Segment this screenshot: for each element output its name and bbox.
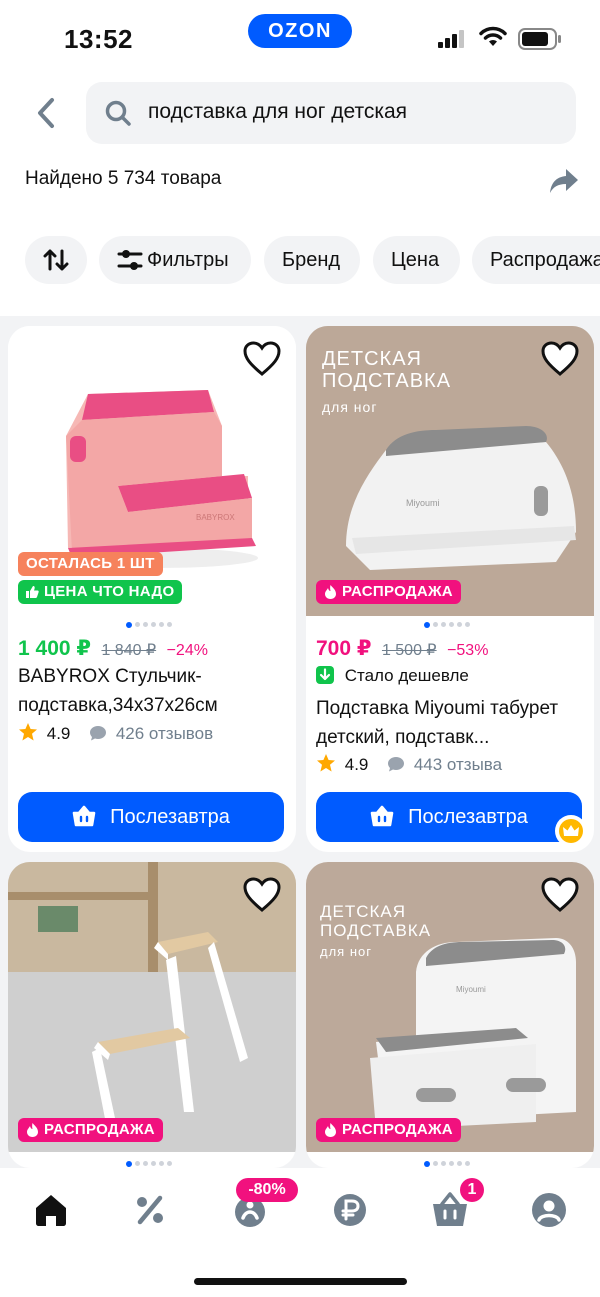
cart-icon	[370, 805, 394, 827]
wifi-icon	[479, 26, 507, 46]
caption-line: для ног	[320, 944, 372, 959]
search-value: подставка для ног детская	[148, 100, 408, 123]
reviews-count: 426 отзывов	[115, 724, 214, 743]
stock-badge: ОСТАЛАСЬ 1 ШТ	[18, 552, 163, 576]
premium-crown-icon	[555, 815, 587, 847]
image-caption: ДЕТСКАЯ ПОДСТАВКА для ног	[320, 902, 431, 961]
svg-text:Miyoumi: Miyoumi	[406, 498, 440, 508]
share-arrow-icon[interactable]	[548, 166, 580, 196]
rating-value: 4.9	[46, 724, 71, 743]
status-bar: 13:52 OZON	[0, 0, 600, 72]
battery-icon	[518, 28, 561, 50]
brand-chip[interactable]: Бренд	[264, 236, 360, 284]
discount: −53%	[447, 642, 489, 659]
sale-label: РАСПРОДАЖА	[44, 1121, 155, 1138]
current-price: 1 400 ₽	[18, 637, 91, 660]
filter-chips: Фильтры Бренд Цена Распродажа	[0, 220, 600, 316]
reviews-count: 443 отзыва	[413, 755, 503, 774]
bottom-nav: -80% 1	[0, 1168, 600, 1297]
price-row: 700 ₽ 1 500 ₽ −53%	[316, 636, 488, 661]
search-icon	[105, 100, 131, 126]
signal-icon	[438, 30, 464, 48]
good-price-badge: ЦЕНА ЧТО НАДО	[18, 580, 183, 604]
image-caption: ДЕТСКАЯ ПОДСТАВКА для ног	[322, 348, 451, 418]
profile-icon[interactable]	[529, 1190, 569, 1230]
fire-icon	[325, 585, 336, 599]
svg-text:Miyoumi: Miyoumi	[456, 985, 486, 994]
price-row: 1 400 ₽ 1 840 ₽ −24%	[18, 636, 208, 661]
fire-icon	[27, 1123, 38, 1137]
comment-icon	[388, 757, 405, 772]
image-pager-dots	[424, 1155, 473, 1167]
product-card[interactable]: Miyoumi ДЕТСКАЯ ПОДСТАВКА для ног РАСПРО…	[306, 326, 594, 852]
sort-button[interactable]	[25, 236, 87, 284]
delivery-label: Послезавтра	[110, 806, 230, 828]
home-icon[interactable]	[31, 1190, 71, 1230]
fresh-badge: -80%	[236, 1178, 298, 1202]
ozon-logo: OZON	[248, 14, 352, 48]
favorite-heart-icon[interactable]	[242, 876, 282, 914]
cheaper-text: Стало дешевле	[344, 666, 469, 685]
rating-row: 4.9 426 отзывов	[18, 722, 213, 744]
filters-label: Фильтры	[147, 249, 229, 271]
caption-line: для ног	[322, 399, 378, 415]
product-card[interactable]: РАСПРОДАЖА	[8, 862, 296, 1168]
old-price: 1 500 ₽	[381, 642, 437, 659]
product-card[interactable]: Miyoumi ДЕТСКАЯ ПОДСТАВКА для ног РАСПРО…	[306, 862, 594, 1168]
sale-chip[interactable]: Распродажа	[472, 236, 600, 284]
cart-badge: 1	[460, 1178, 484, 1202]
discount: −24%	[166, 642, 208, 659]
status-time: 13:52	[64, 24, 133, 54]
favorite-heart-icon[interactable]	[540, 876, 580, 914]
image-pager-dots	[424, 616, 473, 628]
percent-icon[interactable]	[130, 1190, 170, 1230]
rating-value: 4.9	[344, 755, 369, 774]
image-pager-dots	[126, 616, 175, 628]
old-price: 1 840 ₽	[101, 642, 157, 659]
down-arrow-icon	[316, 666, 334, 684]
ruble-icon[interactable]	[330, 1190, 370, 1230]
delivery-button[interactable]: Послезавтра	[18, 792, 284, 842]
caption-line: ДЕТСКАЯ	[320, 902, 407, 921]
image-pager-dots	[126, 1155, 175, 1167]
home-indicator	[194, 1278, 407, 1285]
cheaper-label: Стало дешевле	[316, 666, 469, 686]
product-title[interactable]: Подставка Miyoumi табурет детский, подст…	[316, 694, 582, 752]
good-price-label: ЦЕНА ЧТО НАДО	[44, 583, 175, 600]
thumbs-up-icon	[26, 586, 39, 598]
comment-icon	[90, 726, 107, 741]
sort-arrows-icon	[43, 249, 69, 271]
header: подставка для ног детская Найдено 5 734 …	[0, 72, 600, 220]
product-card[interactable]: BABYROX ОСТАЛАСЬ 1 ШТ ЦЕНА ЧТО НАДО 1 40…	[8, 326, 296, 852]
product-title[interactable]: BABYROX Стульчик-подставка,34x37x26см	[18, 662, 284, 720]
filters-button[interactable]: Фильтры	[99, 236, 251, 284]
cart-icon	[72, 805, 96, 827]
rating-row: 4.9 443 отзыва	[316, 753, 502, 775]
current-price: 700 ₽	[316, 637, 372, 660]
sale-badge: РАСПРОДАЖА	[18, 1118, 163, 1142]
star-icon	[19, 723, 37, 741]
delivery-button[interactable]: Послезавтра	[316, 792, 582, 842]
favorite-heart-icon[interactable]	[540, 340, 580, 378]
sale-label: РАСПРОДАЖА	[342, 583, 453, 600]
delivery-label: Послезавтра	[408, 806, 528, 828]
filters-icon	[117, 250, 143, 270]
fire-icon	[325, 1123, 336, 1137]
caption-line: ПОДСТАВКА	[322, 370, 452, 392]
back-button[interactable]	[30, 94, 62, 132]
sale-label: РАСПРОДАЖА	[342, 1121, 453, 1138]
results-count: Найдено 5 734 товара	[25, 168, 222, 189]
price-chip[interactable]: Цена	[373, 236, 460, 284]
caption-line: ПОДСТАВКА	[320, 921, 432, 940]
caption-line: ДЕТСКАЯ	[322, 348, 422, 370]
favorite-heart-icon[interactable]	[242, 340, 282, 378]
star-icon	[317, 754, 335, 772]
sale-badge: РАСПРОДАЖА	[316, 1118, 461, 1142]
search-input[interactable]: подставка для ног детская	[86, 82, 576, 144]
sale-badge: РАСПРОДАЖА	[316, 580, 461, 604]
svg-text:BABYROX: BABYROX	[196, 513, 235, 522]
